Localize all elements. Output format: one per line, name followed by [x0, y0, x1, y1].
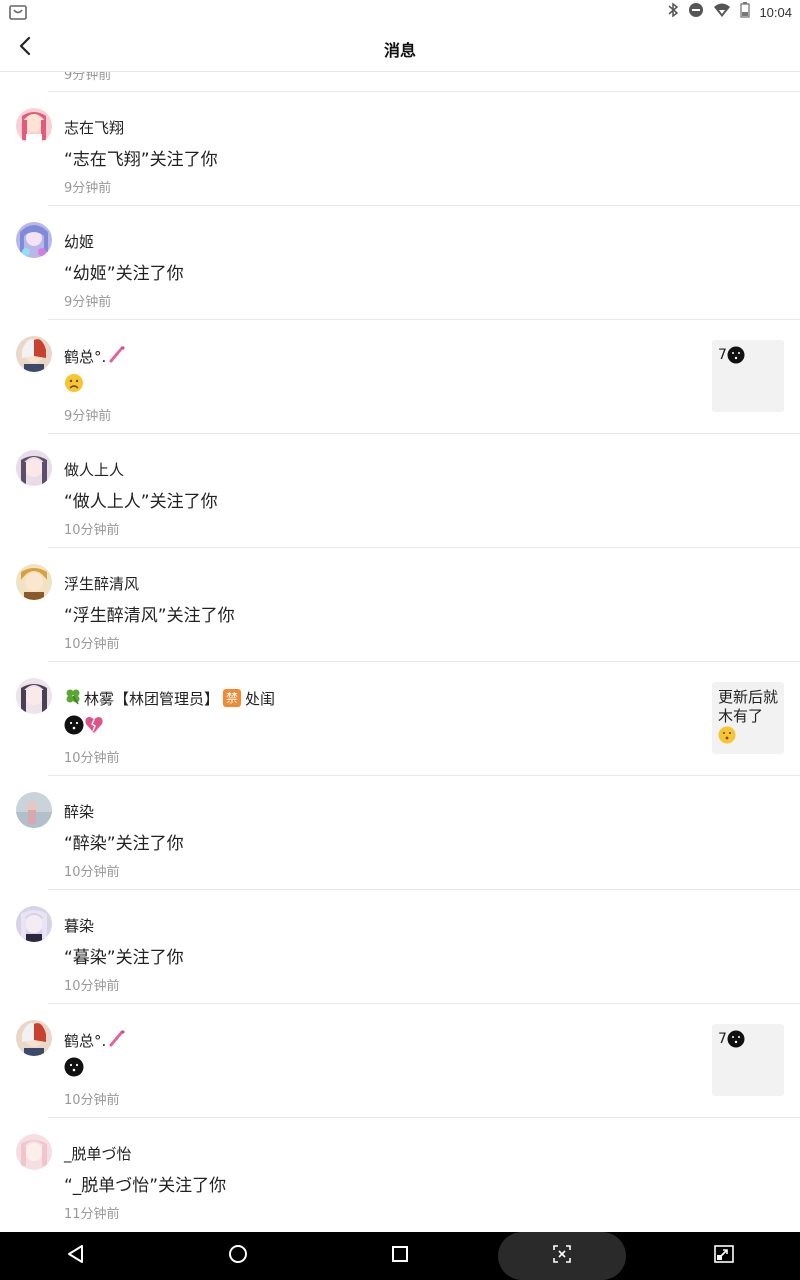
- page-title: 消息: [383, 41, 416, 60]
- referenced-post-thumbnail[interactable]: 7: [712, 1024, 784, 1096]
- rotate-screen-button[interactable]: [684, 1232, 764, 1280]
- message-text: [64, 1057, 84, 1082]
- message-time: 11分钟前: [64, 1207, 120, 1222]
- screen-capture-button[interactable]: [522, 1232, 602, 1280]
- avatar[interactable]: [16, 1134, 52, 1170]
- message-text: “暮染”关注了你: [64, 948, 184, 968]
- message-text: “浮生醉清风”关注了你: [64, 606, 235, 626]
- rotate-screen-icon: [714, 1245, 734, 1267]
- wifi-icon: [713, 2, 731, 22]
- message-time: 10分钟前: [64, 865, 120, 880]
- sender-name: _脱单づ怡: [64, 1145, 132, 1163]
- referenced-post-thumbnail[interactable]: 7: [712, 340, 784, 412]
- message-text: “_脱单づ怡”关注了你: [64, 1176, 227, 1196]
- sender-name: 暮染: [64, 917, 95, 935]
- list-item[interactable]: 浮生醉清风 “浮生醉清风”关注了你 10分钟前: [0, 548, 800, 662]
- message-time: 10分钟前: [64, 979, 120, 994]
- pink-sparkle-icon: [108, 1029, 126, 1051]
- pink-sparkle-icon: [108, 345, 126, 367]
- broken-heart-emoji: [84, 715, 104, 740]
- nav-recents-icon: [391, 1245, 409, 1267]
- sender-name: 醉染: [64, 803, 95, 821]
- avatar[interactable]: [16, 792, 52, 828]
- sender-name: 浮生醉清风: [64, 575, 140, 593]
- do-not-disturb-icon: [688, 2, 704, 22]
- list-item[interactable]: 做人上人 “做人上人”关注了你 10分钟前: [0, 434, 800, 548]
- battery-icon: [740, 2, 751, 22]
- status-bar: 10:04: [0, 0, 800, 24]
- nav-back-icon: [66, 1244, 86, 1268]
- four-leaf-clover-icon: [64, 687, 82, 709]
- sender-name: 鹤总°.: [64, 1029, 126, 1051]
- nav-home-icon: [228, 1244, 248, 1268]
- message-list[interactable]: 9分钟前 志在飞翔 “志在飞翔”关注了你 9分钟前 幼姬 “幼姬”关注了你 9分…: [0, 72, 800, 1232]
- message-time: 9分钟前: [64, 409, 112, 424]
- message-time: 9分钟前: [64, 295, 112, 310]
- message-text: “幼姬”关注了你: [64, 264, 184, 284]
- sender-name: 志在飞翔: [64, 119, 125, 137]
- message-time: 10分钟前: [64, 523, 120, 538]
- message-time: 10分钟前: [64, 751, 120, 766]
- avatar[interactable]: [16, 906, 52, 942]
- sender-name: 鹤总°.: [64, 345, 126, 367]
- nav-recents-button[interactable]: [360, 1232, 440, 1280]
- sender-name: 林雾【林团管理员】 禁 处闺: [64, 687, 275, 709]
- shopping-bag-icon: [9, 4, 27, 20]
- avatar[interactable]: [16, 450, 52, 486]
- message-time: 10分钟前: [64, 1093, 120, 1108]
- avatar[interactable]: [16, 1020, 52, 1056]
- thumbnail-text: 更新后就木有了: [718, 688, 779, 725]
- avatar[interactable]: [16, 222, 52, 258]
- list-item[interactable]: 林雾【林团管理员】 禁 处闺 10分钟前 更新后就木有了: [0, 662, 800, 776]
- message-time: 10分钟前: [64, 637, 120, 652]
- message-time: 9分钟前: [64, 181, 112, 196]
- list-item[interactable]: 鹤总°. 10分钟前 7: [0, 1004, 800, 1118]
- list-item[interactable]: 鹤总°. 9分钟前 7: [0, 320, 800, 434]
- name-badge: 禁: [223, 689, 242, 707]
- nav-home-button[interactable]: [198, 1232, 278, 1280]
- sender-name: 做人上人: [64, 461, 125, 479]
- sender-name: 幼姬: [64, 233, 95, 251]
- header: 消息: [0, 24, 800, 72]
- list-item[interactable]: 暮染 “暮染”关注了你 10分钟前: [0, 890, 800, 1004]
- list-item[interactable]: 幼姬 “幼姬”关注了你 9分钟前: [0, 206, 800, 320]
- status-time: 10:04: [759, 4, 792, 20]
- list-item[interactable]: _脱单づ怡 “_脱单づ怡”关注了你 11分钟前: [0, 1118, 800, 1232]
- dark-face-emoji: [64, 1057, 84, 1082]
- message-text: [64, 715, 104, 740]
- screen-capture-icon: [553, 1245, 571, 1267]
- thumbnail-text: 7: [718, 1031, 727, 1047]
- avatar[interactable]: [16, 678, 52, 714]
- message-text: “志在飞翔”关注了你: [64, 150, 218, 170]
- dark-face-emoji: [727, 1030, 745, 1053]
- avatar[interactable]: [16, 108, 52, 144]
- avatar[interactable]: [16, 336, 52, 372]
- kissing-face-emoji: [718, 726, 736, 749]
- thumbnail-text: 7: [718, 347, 727, 363]
- nav-back-button[interactable]: [36, 1232, 116, 1280]
- system-navigation-bar: [0, 1232, 800, 1280]
- referenced-post-thumbnail[interactable]: 更新后就木有了: [712, 682, 784, 754]
- list-item[interactable]: 醉染 “醉染”关注了你 10分钟前: [0, 776, 800, 890]
- message-text: “醉染”关注了你: [64, 834, 184, 854]
- message-text: [64, 373, 84, 398]
- message-text: “做人上人”关注了你: [64, 492, 218, 512]
- dark-face-emoji: [727, 346, 745, 369]
- list-item[interactable]: 志在飞翔 “志在飞翔”关注了你 9分钟前: [0, 92, 800, 206]
- avatar[interactable]: [16, 564, 52, 600]
- bluetooth-icon: [667, 2, 679, 22]
- dark-face-emoji: [64, 715, 84, 740]
- partial-item-time: 9分钟前: [64, 72, 112, 83]
- frowning-face-emoji: [64, 373, 84, 398]
